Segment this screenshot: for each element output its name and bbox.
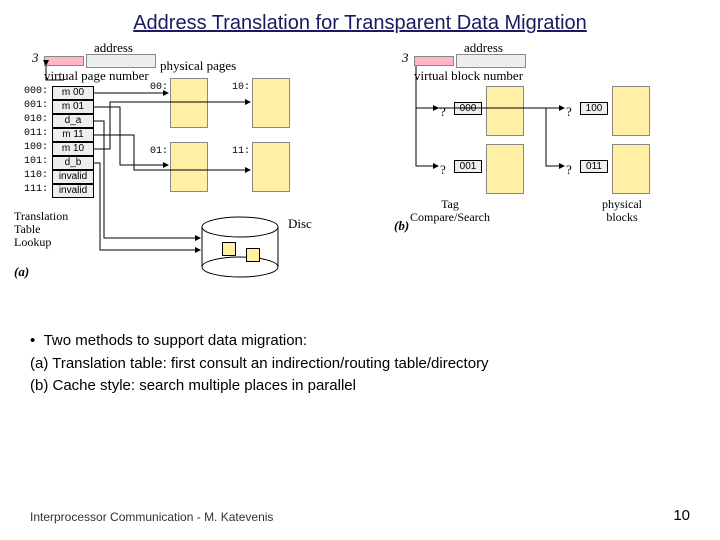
label-vpn: virtual page number	[44, 68, 149, 84]
q3: ?	[566, 162, 572, 178]
phys-page-01	[170, 142, 208, 192]
label-ttl: Translation Table Lookup	[14, 210, 68, 250]
pt-row: 100:m 10	[24, 142, 94, 156]
phys-block-3	[612, 144, 650, 194]
bullet-lead: • Two methods to support data migration:	[30, 330, 690, 353]
phys-page-00	[170, 78, 208, 128]
tag-000: 000	[454, 102, 482, 115]
pt-row: 010:d_a	[24, 114, 94, 128]
tag-100: 100	[580, 102, 608, 115]
pt-row: 101:d_b	[24, 156, 94, 170]
q1: ?	[566, 104, 572, 120]
disc-block-b	[246, 248, 260, 262]
bullet-list: • Two methods to support data migration:…	[30, 330, 690, 398]
bullet-a: (a) Translation table: first consult an …	[30, 353, 690, 376]
label-phys-blocks: physical blocks	[602, 198, 642, 224]
q2: ?	[440, 162, 446, 178]
label-disc: Disc	[288, 216, 312, 232]
diagram: 3 address virtual page number 000:m 00 0…	[10, 50, 710, 310]
phys-block-1	[612, 86, 650, 136]
label-tagcmp: Tag Compare/Search	[410, 198, 490, 224]
addr-low-b	[456, 54, 526, 68]
pt-row: 110:invalid	[24, 170, 94, 184]
pp-idx-01: 01:	[150, 146, 168, 157]
disc-block-a	[222, 242, 236, 256]
bullet-b: (b) Cache style: search multiple places …	[30, 375, 690, 398]
addr-high-a	[44, 56, 84, 66]
pt-row: 011:m 11	[24, 128, 94, 142]
q0: ?	[440, 104, 446, 120]
fig-label-a: (a)	[14, 264, 29, 280]
phys-page-10	[252, 78, 290, 128]
page-title: Address Translation for Transparent Data…	[0, 0, 720, 35]
split-3-b: 3	[402, 50, 409, 66]
addr-high-b	[414, 56, 454, 66]
pp-idx-11: 11:	[232, 146, 250, 157]
phys-block-2	[486, 144, 524, 194]
page-number: 10	[673, 507, 690, 524]
addr-low-a	[86, 54, 156, 68]
pt-row: 001:m 01	[24, 100, 94, 114]
label-phys-pages: physical pages	[160, 58, 236, 74]
phys-page-11	[252, 142, 290, 192]
page-table: 000:m 00 001:m 01 010:d_a 011:m 11 100:m…	[24, 86, 94, 198]
label-address-a: address	[94, 40, 133, 56]
pt-row: 000:m 00	[24, 86, 94, 100]
pp-idx-00: 00:	[150, 82, 168, 93]
pt-row: 111:invalid	[24, 184, 94, 198]
split-3-a: 3	[32, 50, 39, 66]
wires-b	[10, 50, 710, 310]
footer-text: Interprocessor Communication - M. Kateve…	[30, 510, 273, 524]
phys-block-0	[486, 86, 524, 136]
pp-idx-10: 10:	[232, 82, 250, 93]
label-vbn: virtual block number	[414, 68, 523, 84]
label-address-b: address	[464, 40, 503, 56]
fig-label-b: (b)	[394, 218, 409, 234]
tag-011: 011	[580, 160, 608, 173]
tag-001: 001	[454, 160, 482, 173]
